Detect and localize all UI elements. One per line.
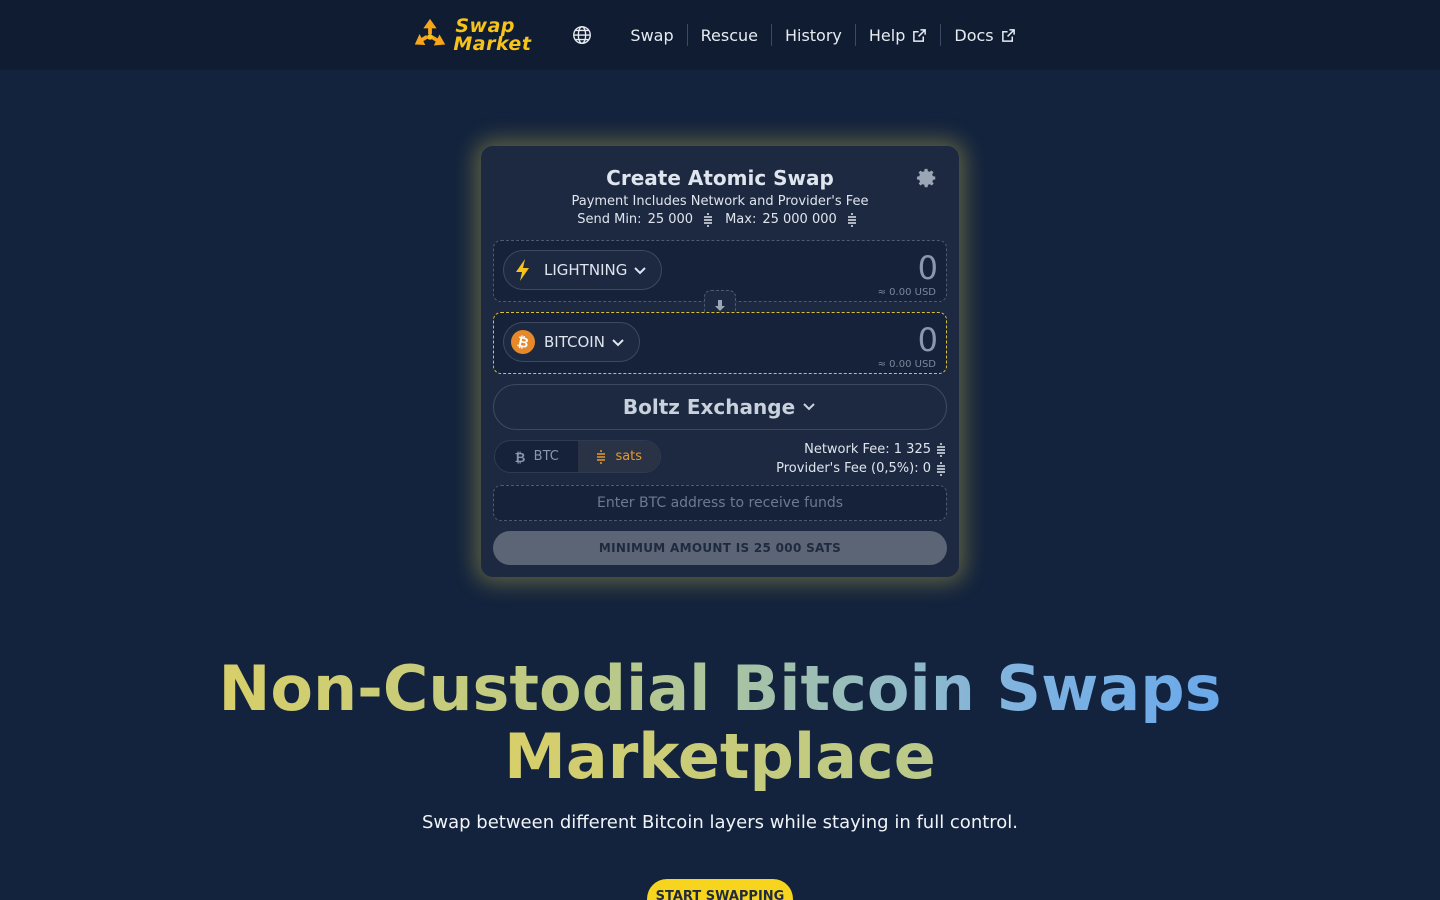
chevron-down-icon (803, 403, 815, 411)
card-title: Create Atomic Swap (606, 166, 834, 190)
nav-history[interactable]: History (772, 24, 856, 46)
receive-asset-box: ₿ BITCOIN 0 ≈ 0.00 USD (493, 312, 947, 374)
nav-rescue[interactable]: Rescue (688, 24, 772, 46)
svg-text:₿: ₿ (514, 451, 525, 464)
settings-gear-icon[interactable] (916, 167, 938, 189)
external-link-icon (913, 28, 927, 42)
sats-icon (597, 449, 606, 464)
hero-title: Non-Custodial Bitcoin Swaps Marketplace (218, 652, 1222, 793)
denom-btc-option[interactable]: ₿ BTC (495, 441, 578, 472)
chevron-down-icon (634, 267, 647, 275)
swap-card: Create Atomic Swap Payment Includes Netw… (481, 146, 959, 577)
nav-help[interactable]: Help (856, 24, 942, 46)
start-swapping-button[interactable]: START SWAPPING (647, 879, 793, 900)
nav-swap[interactable]: Swap (617, 24, 688, 46)
top-nav: Swap Market Swap Rescue History Help Doc… (0, 0, 1440, 70)
receive-amount-input[interactable]: 0 (918, 321, 938, 359)
sats-icon (937, 461, 945, 476)
network-fee: Network Fee: 1 325 (804, 442, 931, 457)
send-amount-input[interactable]: 0 (918, 249, 938, 287)
sats-icon (937, 442, 945, 457)
denomination-toggle: ₿ BTC sats (494, 440, 661, 473)
create-swap-button[interactable]: MINIMUM AMOUNT IS 25 000 SATS (493, 531, 947, 565)
hero-subtitle: Swap between different Bitcoin layers wh… (421, 812, 1019, 833)
lightning-icon (516, 259, 529, 281)
globe-icon[interactable] (571, 24, 593, 46)
send-asset-selector[interactable]: LIGHTNING (503, 250, 663, 290)
btc-address-input[interactable]: Enter BTC address to receive funds (493, 485, 947, 521)
fee-summary: Network Fee: 1 325 Provider's Fee (0,5%)… (776, 440, 946, 478)
bitcoin-symbol-icon: ₿ (514, 451, 525, 464)
sats-icon (847, 212, 856, 227)
external-link-icon (1001, 28, 1015, 42)
sats-icon (704, 212, 713, 227)
logo-icon (415, 18, 446, 46)
send-limits: Send Min: 25 000 Max: 25 000 000 (481, 212, 959, 227)
arrow-down-icon (715, 300, 725, 311)
provider-fee: Provider's Fee (0,5%): 0 (776, 461, 931, 476)
receive-usd-value: ≈ 0.00 USD (877, 359, 936, 370)
card-subtitle: Payment Includes Network and Provider's … (571, 194, 869, 209)
provider-selector[interactable]: Boltz Exchange (493, 384, 947, 430)
send-usd-value: ≈ 0.00 USD (877, 287, 936, 298)
receive-asset-selector[interactable]: ₿ BITCOIN (503, 322, 640, 362)
logo-text: Swap Market (453, 15, 532, 55)
chevron-down-icon (612, 339, 624, 347)
bitcoin-icon: ₿ (511, 330, 535, 354)
logo[interactable]: Swap Market (411, 16, 531, 54)
nav-docs[interactable]: Docs (941, 24, 1028, 46)
denom-sats-option[interactable]: sats (577, 441, 660, 472)
